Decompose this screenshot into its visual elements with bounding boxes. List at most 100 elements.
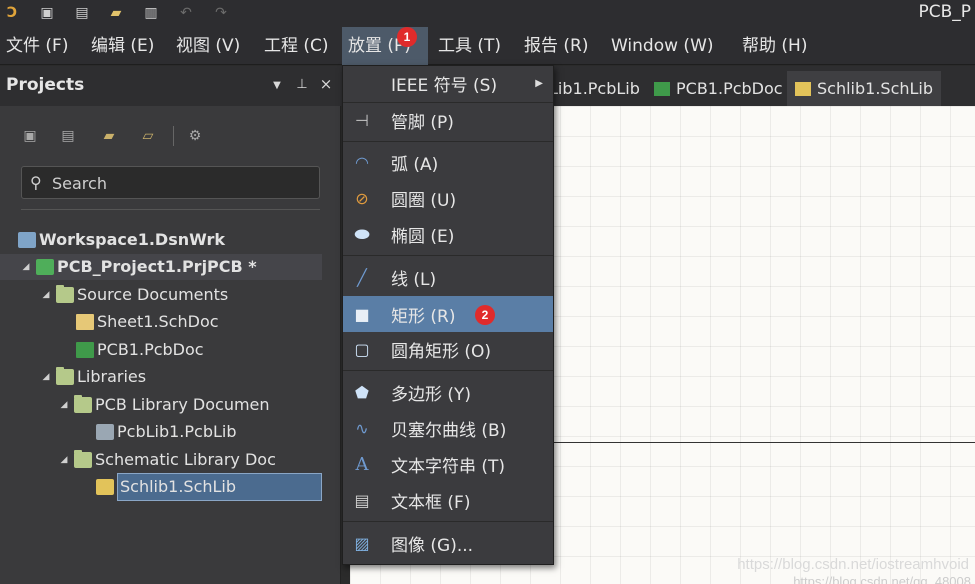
pcblib-icon (96, 424, 114, 440)
menu-item-ieee-symbols[interactable]: IEEE 符号 (S) ▶ (343, 66, 553, 100)
menu-tools[interactable]: 工具 (T) (432, 27, 507, 65)
schdoc-icon (76, 314, 94, 330)
ellipse-icon: ⬬ (354, 223, 370, 245)
tree-libraries[interactable]: ◢ Libraries (40, 364, 146, 390)
menu-item-label: 圆圈 (U) (391, 190, 457, 211)
menu-item-label: 弧 (A) (391, 154, 439, 175)
tree-project[interactable]: ◢ PCB_Project1.PrjPCB * (0, 254, 322, 280)
annotation-badge-2: 2 (475, 305, 495, 325)
undo-icon[interactable]: ↶ (176, 4, 196, 22)
save-project-icon[interactable]: ▤ (58, 126, 78, 146)
tree-pcb1[interactable]: PCB1.PcbDoc (76, 337, 204, 363)
tree-label: Source Documents (77, 285, 229, 304)
menu-item-round-rectangle[interactable]: ▢ 圆角矩形 (O) (343, 332, 553, 366)
text-icon: A (355, 453, 369, 475)
folder-settings-icon[interactable]: ▱ (138, 126, 158, 146)
menu-item-line[interactable]: ╱ 线 (L) (343, 260, 553, 294)
menu-separator (343, 370, 553, 371)
menu-help[interactable]: 帮助 (H) (736, 27, 813, 65)
menu-item-pin[interactable]: ⊣ 管脚 (P) (343, 103, 553, 137)
tree-label: PCB1.PcbDoc (97, 340, 204, 359)
tree-workspace[interactable]: Workspace1.DsnWrk (18, 227, 225, 253)
menu-item-label: 文本字符串 (T) (391, 456, 506, 477)
textframe-icon: ▤ (354, 490, 370, 510)
menu-item-ellipse[interactable]: ⬬ 椭圆 (E) (343, 217, 553, 251)
redo-icon[interactable]: ↷ (211, 4, 231, 22)
menu-file[interactable]: 文件 (F) (0, 27, 74, 65)
projects-toolbar: ▣ ▤ ▰ ▱ ⚙ (0, 106, 341, 164)
folder-icon (56, 367, 74, 385)
arc-icon: ◠ (355, 152, 369, 172)
expand-arrow-icon[interactable]: ◢ (20, 254, 32, 280)
expand-arrow-icon[interactable]: ◢ (58, 392, 70, 418)
menu-item-image[interactable]: ▨ 图像 (G)... (343, 526, 553, 560)
save-all-icon[interactable]: ▤ (72, 4, 92, 22)
menu-separator (343, 141, 553, 142)
round-rectangle-icon: ▢ (354, 339, 370, 359)
tree-label: Libraries (77, 367, 147, 386)
tree-pcb-library-documents[interactable]: ◢ PCB Library Documen (58, 392, 270, 418)
tree-label: Schlib1.SchLib (117, 473, 322, 501)
folder-icon (74, 395, 92, 413)
menu-item-polygon[interactable]: ⬟ 多边形 (Y) (343, 375, 553, 409)
pin-icon: ⊣ (355, 110, 369, 130)
tab-label: PCB1.PcbDoc (676, 79, 783, 98)
tree-schematic-library-documents[interactable]: ◢ Schematic Library Doc (58, 447, 276, 473)
gear-icon[interactable]: ⚙ (185, 126, 205, 146)
menu-window[interactable]: Window (W) (605, 27, 720, 65)
projects-title: Projects (6, 75, 85, 95)
menu-project[interactable]: 工程 (C) (258, 27, 335, 65)
tree-schlib1[interactable]: Schlib1.SchLib (96, 473, 322, 501)
pcbdoc-icon (76, 342, 94, 358)
schlib-icon (96, 479, 114, 495)
menu-item-text-frame[interactable]: ▤ 文本框 (F) (343, 483, 553, 517)
folder-icon (56, 285, 74, 303)
expand-arrow-icon[interactable]: ◢ (40, 364, 52, 390)
menu-item-rectangle[interactable]: ■ 矩形 (R) (343, 296, 553, 332)
app-title: PCB_P (918, 2, 971, 22)
menu-separator (343, 521, 553, 522)
menu-view[interactable]: 视图 (V) (170, 27, 246, 65)
menu-item-label: 图像 (G)... (391, 535, 474, 556)
submenu-arrow-icon: ▶ (535, 77, 543, 89)
tab-pcb1[interactable]: PCB1.PcbDoc (646, 71, 791, 106)
menu-item-bezier[interactable]: ∿ 贝塞尔曲线 (B) (343, 411, 553, 445)
schlib-icon (795, 81, 811, 96)
menu-item-circle[interactable]: ⊘ 圆圈 (U) (343, 181, 553, 215)
tree-source-documents[interactable]: ◢ Source Documents (40, 282, 228, 308)
save-icon[interactable]: ▣ (37, 4, 57, 22)
pin-icon[interactable]: ⊥ (295, 77, 309, 92)
search-icon: ⚲ (30, 173, 42, 192)
menu-item-text-string[interactable]: A 文本字符串 (T) (343, 447, 553, 481)
annotation-badge-1: 1 (397, 27, 417, 47)
menu-item-arc[interactable]: ◠ 弧 (A) (343, 145, 553, 179)
search-box[interactable]: ⚲ (21, 166, 320, 199)
expand-arrow-icon[interactable]: ◢ (40, 282, 52, 308)
tab-schlib1[interactable]: Schlib1.SchLib (787, 71, 942, 106)
image-icon: ▨ (354, 533, 370, 553)
open-folder-icon[interactable]: ▰ (106, 4, 126, 22)
workspace-icon (18, 232, 36, 248)
menu-item-label: IEEE 符号 (S) (391, 75, 498, 96)
tree-sheet1[interactable]: Sheet1.SchDoc (76, 309, 219, 335)
open-folder-icon[interactable]: ▰ (99, 126, 119, 146)
menu-edit[interactable]: 编辑 (E) (85, 27, 160, 65)
panel-divider (21, 209, 320, 210)
tab-pcblib1[interactable]: Lib1.PcbLib (541, 71, 648, 106)
menu-item-label: 椭圆 (E) (391, 226, 455, 247)
search-input[interactable] (52, 171, 312, 195)
tree-label: Sheet1.SchDoc (97, 312, 219, 331)
menu-item-label: 文本框 (F) (391, 492, 471, 513)
panel-menu-icon[interactable]: ▼ (270, 80, 284, 91)
expand-arrow-icon[interactable]: ◢ (58, 447, 70, 473)
menu-reports[interactable]: 报告 (R) (518, 27, 594, 65)
tree-label: PCB_Project1.PrjPCB * (57, 257, 257, 276)
place-menu-dropdown: IEEE 符号 (S) ▶ ⊣ 管脚 (P) ◠ 弧 (A) ⊘ 圆圈 (U) … (342, 65, 554, 565)
save-icon[interactable]: ▣ (20, 126, 40, 146)
title-bar: Ↄ ▣ ▤ ▰ ▥ ↶ ↷ PCB_P (0, 0, 975, 27)
watermark-text-2: https://blog.csdn.net/qq_48008 (793, 574, 971, 584)
open-project-icon[interactable]: ▥ (141, 4, 161, 22)
close-icon[interactable]: × (319, 75, 333, 93)
tree-pcblib1[interactable]: PcbLib1.PcbLib (96, 419, 237, 445)
menu-separator (343, 255, 553, 256)
